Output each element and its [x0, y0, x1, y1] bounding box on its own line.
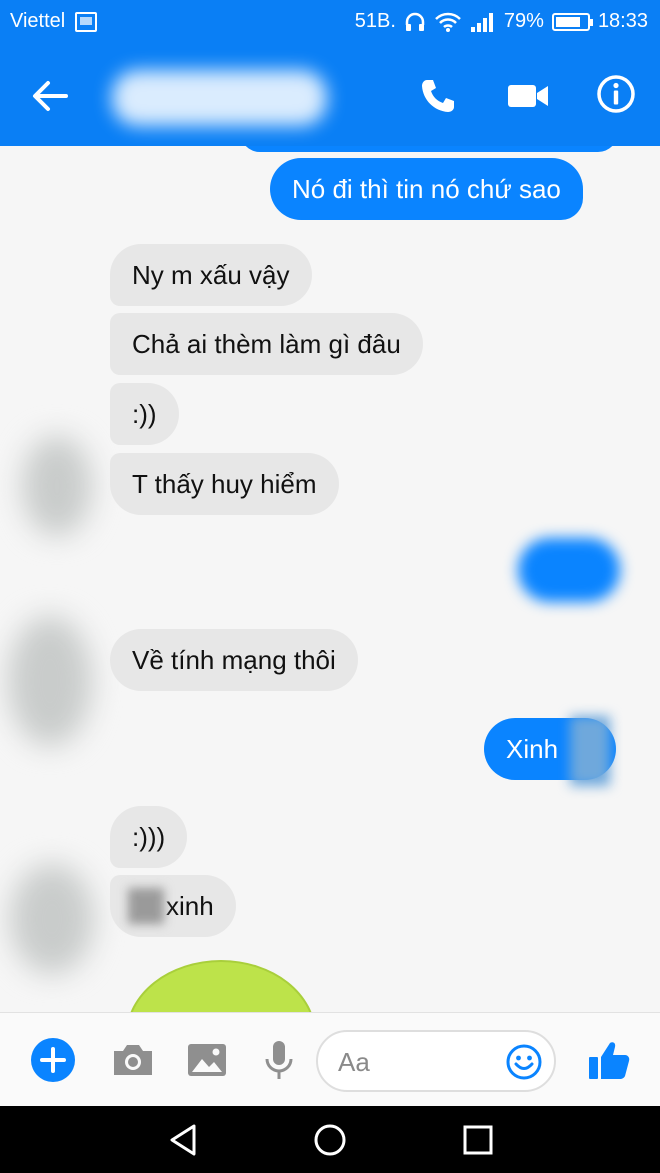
message-bubble-incoming[interactable]: :)) [110, 383, 179, 445]
message-list[interactable]: Nó đi thì tin nó chứ sao Ny m xấu vậy Ch… [0, 146, 660, 1012]
avatar-redacted [22, 436, 92, 536]
message-text-redacted [570, 716, 610, 786]
android-nav-bar [0, 1106, 660, 1173]
contact-name-redacted[interactable] [112, 70, 327, 126]
nav-home-icon[interactable] [312, 1122, 348, 1158]
avatar-redacted [8, 616, 92, 746]
carrier-name: Viettel [10, 10, 66, 32]
network-badge: 51B. [354, 10, 396, 32]
nav-recents-icon[interactable] [460, 1122, 496, 1158]
message-bubble-incoming[interactable]: Ny m xấu vậy [110, 244, 312, 306]
message-text: xinh [166, 891, 214, 921]
camera-icon[interactable] [110, 1037, 156, 1083]
sticker-partial[interactable] [126, 960, 316, 1012]
microphone-icon[interactable] [256, 1037, 302, 1083]
battery-level-fill [555, 16, 580, 27]
message-bubble-incoming[interactable]: Chả ai thèm làm gì đâu [110, 313, 423, 375]
message-input[interactable] [338, 1046, 508, 1078]
conversation-header [0, 46, 660, 146]
gallery-icon[interactable] [184, 1037, 230, 1083]
battery-percent: 79% [503, 10, 544, 32]
sim-icon [75, 11, 98, 32]
message-bubble-outgoing-redacted[interactable] [518, 538, 620, 602]
message-input-container[interactable] [316, 1030, 556, 1092]
clock: 18:33 [597, 10, 648, 32]
message-text: Xinh [506, 734, 559, 764]
avatar-redacted [10, 864, 94, 974]
message-text-redacted [128, 888, 164, 924]
message-bubble-outgoing[interactable]: Nó đi thì tin nó chứ sao [270, 158, 583, 220]
previous-message-edge [240, 146, 618, 152]
battery-icon [551, 12, 593, 31]
nav-back-icon[interactable] [166, 1122, 202, 1158]
status-bar: Viettel 51B. 79% 18:33 [0, 0, 660, 46]
back-arrow-icon[interactable] [28, 76, 72, 116]
message-bubble-incoming[interactable]: :))) [110, 806, 188, 868]
message-bubble-incoming[interactable]: Về tính mạng thôi [110, 629, 358, 691]
message-bubble-incoming[interactable]: T thấy huy hiểm [110, 453, 339, 515]
info-icon[interactable] [596, 74, 636, 114]
like-icon[interactable] [586, 1037, 632, 1083]
video-call-icon[interactable] [506, 78, 550, 114]
composer-bar [0, 1012, 660, 1106]
headset-icon [404, 11, 426, 33]
emoji-icon[interactable] [506, 1044, 542, 1080]
phone-call-icon[interactable] [418, 76, 458, 116]
add-icon[interactable] [30, 1037, 76, 1083]
wifi-icon [434, 11, 462, 33]
signal-icon [470, 11, 496, 33]
